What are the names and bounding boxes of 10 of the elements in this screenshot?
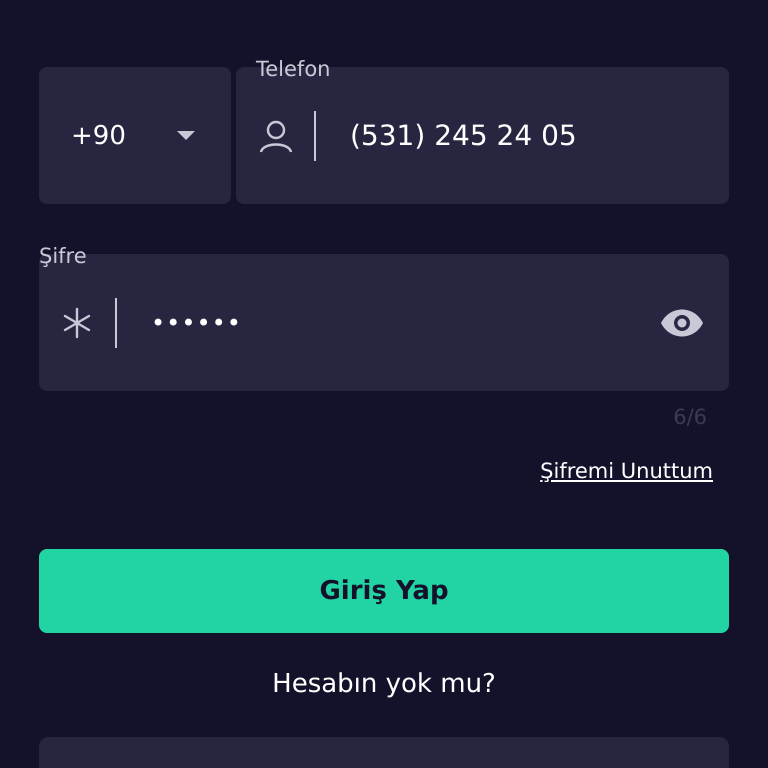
eye-icon[interactable]: [660, 308, 704, 338]
forgot-password-link[interactable]: Şifremi Unuttum: [540, 459, 713, 483]
country-code: +90: [71, 120, 126, 150]
signup-prompt: Hesabın yok mu?: [271, 669, 497, 699]
login-button[interactable]: Giriş Yap: [39, 549, 729, 633]
asterisk-icon: [61, 306, 93, 338]
caret-icon: [177, 130, 195, 140]
password-value: ••••••: [151, 308, 242, 336]
phone-value: (531) 245 24 05: [350, 119, 577, 152]
country-code-dropdown[interactable]: +90: [39, 67, 231, 204]
